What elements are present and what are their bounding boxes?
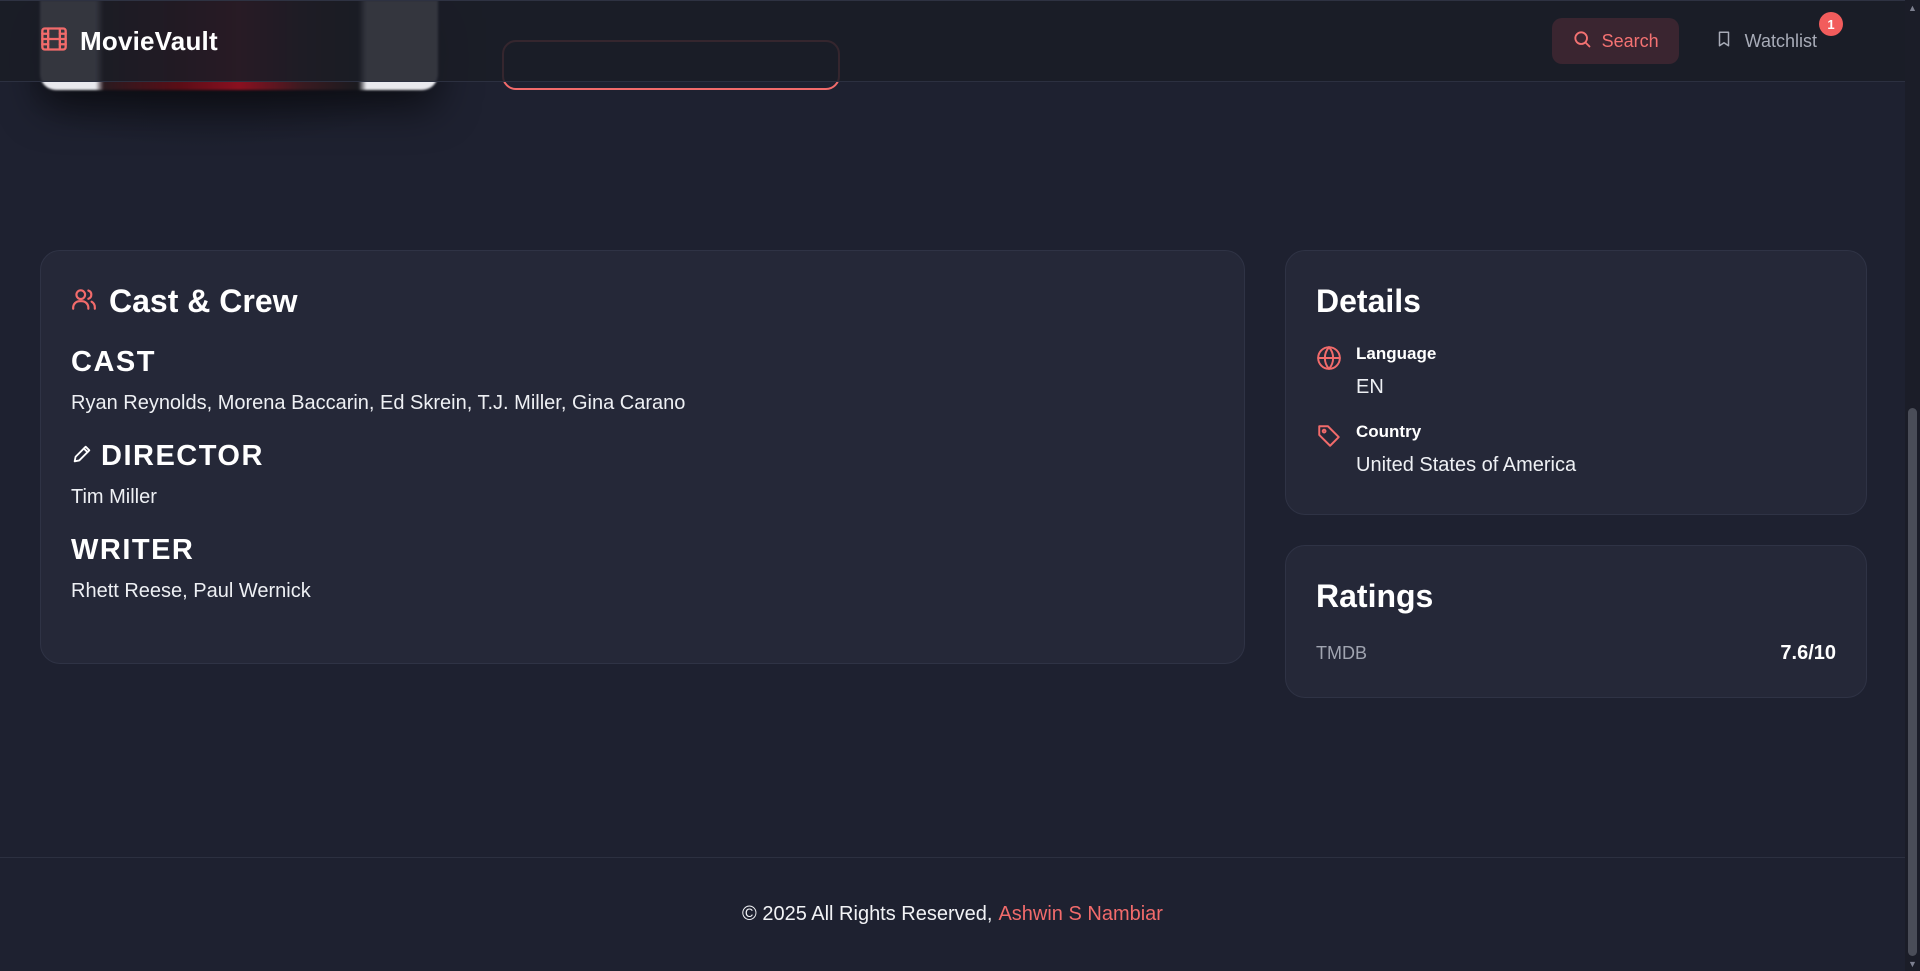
globe-icon <box>1316 345 1342 371</box>
writer-heading-row: WRITER <box>71 531 1214 569</box>
page-scrollbar[interactable]: ▲ ▼ <box>1905 0 1920 971</box>
ratings-title: Ratings <box>1316 577 1434 614</box>
ratings-header: Ratings <box>1316 576 1836 616</box>
film-icon <box>40 25 68 58</box>
director-heading: DIRECTOR <box>101 439 264 472</box>
director-heading-row: DIRECTOR <box>71 437 1214 475</box>
language-row: Language EN <box>1316 343 1836 399</box>
cast-crew-header: Cast & Crew <box>71 281 1214 321</box>
search-icon <box>1572 29 1592 54</box>
rating-row: TMDB 7.6/10 <box>1316 642 1836 665</box>
watchlist-count-badge: 1 <box>1819 12 1843 36</box>
scroll-down-arrow-icon[interactable]: ▼ <box>1905 956 1920 971</box>
writer-names: Rhett Reese, Paul Wernick <box>71 580 311 602</box>
search-button[interactable]: Search <box>1551 18 1679 64</box>
cast-list: Ryan Reynolds, Morena Baccarin, Ed Skrei… <box>71 392 686 414</box>
ratings-card: Ratings TMDB 7.6/10 <box>1285 545 1867 698</box>
details-header: Details <box>1316 281 1836 321</box>
country-row: Country United States of America <box>1316 421 1836 477</box>
cast-heading: CAST <box>71 345 156 378</box>
cast-crew-title: Cast & Crew <box>109 282 298 319</box>
cast-heading-row: CAST <box>71 343 1214 381</box>
footer: © 2025 All Rights Reserved, Ashwin S Nam… <box>0 857 1905 971</box>
navbar: MovieVault Search Watchlist 1 <box>0 0 1905 82</box>
footer-copyright: © 2025 All Rights Reserved, <box>742 903 993 925</box>
watchlist-button[interactable]: Watchlist 1 <box>1715 12 1843 64</box>
writer-heading: WRITER <box>71 533 195 566</box>
rating-source: TMDB <box>1316 643 1367 663</box>
country-label: Country <box>1356 422 1422 441</box>
scroll-up-arrow-icon[interactable]: ▲ <box>1905 0 1920 15</box>
search-button-label: Search <box>1601 30 1659 51</box>
language-value: EN <box>1356 376 1384 398</box>
tag-icon <box>1316 423 1342 449</box>
rating-value: 7.6/10 <box>1780 642 1836 664</box>
brand-link[interactable]: MovieVault <box>40 25 218 58</box>
language-label: Language <box>1356 344 1437 363</box>
language-info: Language EN <box>1356 343 1436 399</box>
nav-actions: Search Watchlist 1 <box>1551 12 1843 64</box>
footer-author-link[interactable]: Ashwin S Nambiar <box>998 903 1163 926</box>
country-info: Country United States of America <box>1356 421 1576 477</box>
watchlist-button-label: Watchlist <box>1744 30 1817 51</box>
brand-name: MovieVault <box>80 25 218 56</box>
country-value: United States of America <box>1356 454 1577 476</box>
scrollbar-thumb[interactable] <box>1908 408 1917 956</box>
director-name: Tim Miller <box>71 486 157 508</box>
users-icon <box>71 286 97 317</box>
details-card: Details Language EN Country United State… <box>1285 250 1867 515</box>
bookmark-icon <box>1715 29 1733 54</box>
movie-detail-page: MovieVault Search Watchlist 1 Cast & Cre… <box>0 0 1920 971</box>
cast-crew-card: Cast & Crew CAST Ryan Reynolds, Morena B… <box>40 250 1245 664</box>
pencil-icon <box>71 443 93 470</box>
details-title: Details <box>1316 282 1421 319</box>
